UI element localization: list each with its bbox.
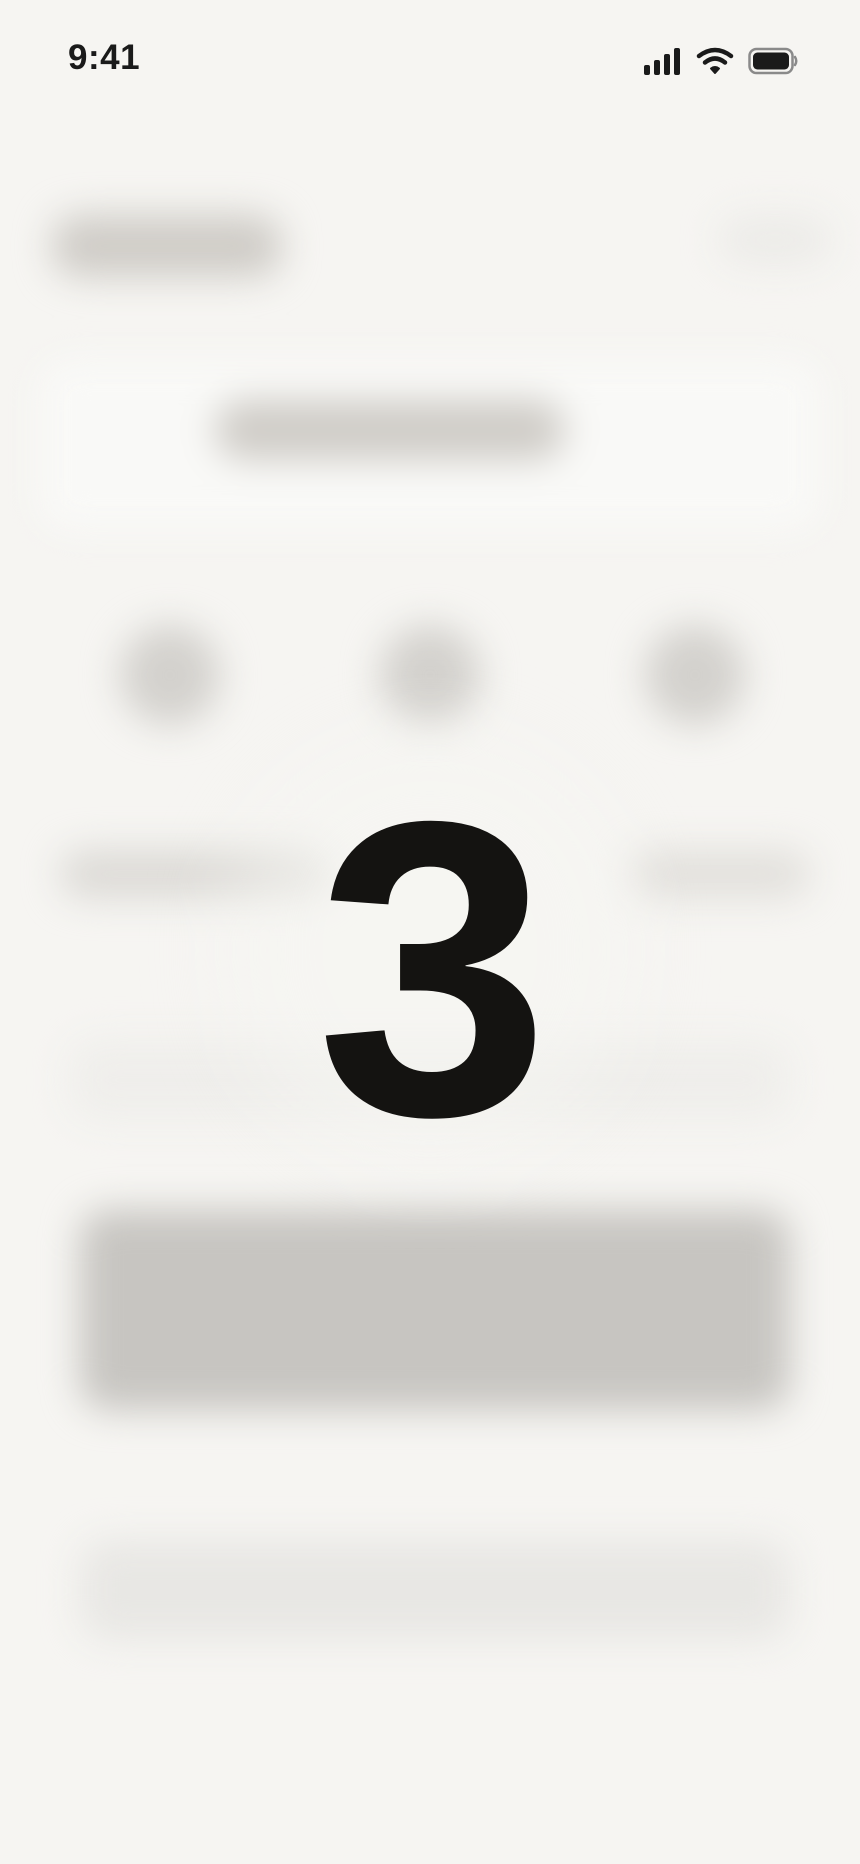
blurred-card-title xyxy=(215,400,565,460)
wifi-icon xyxy=(696,47,734,74)
blurred-header-action xyxy=(720,215,830,265)
status-icons xyxy=(644,44,798,78)
battery-icon xyxy=(748,47,798,75)
blurred-bottom-panel xyxy=(80,1540,790,1640)
countdown-screen: 9:41 3 xyxy=(0,0,860,1864)
blurred-circle-3 xyxy=(645,625,745,725)
blurred-circle-2 xyxy=(380,625,480,725)
status-bar: 9:41 xyxy=(0,0,860,120)
blurred-large-panel xyxy=(80,1210,790,1410)
countdown-number: 3 xyxy=(316,735,550,1204)
cellular-signal-icon xyxy=(644,48,680,75)
blurred-circle-1 xyxy=(120,625,220,725)
blurred-header-title xyxy=(52,215,282,277)
status-time: 9:41 xyxy=(68,38,141,77)
